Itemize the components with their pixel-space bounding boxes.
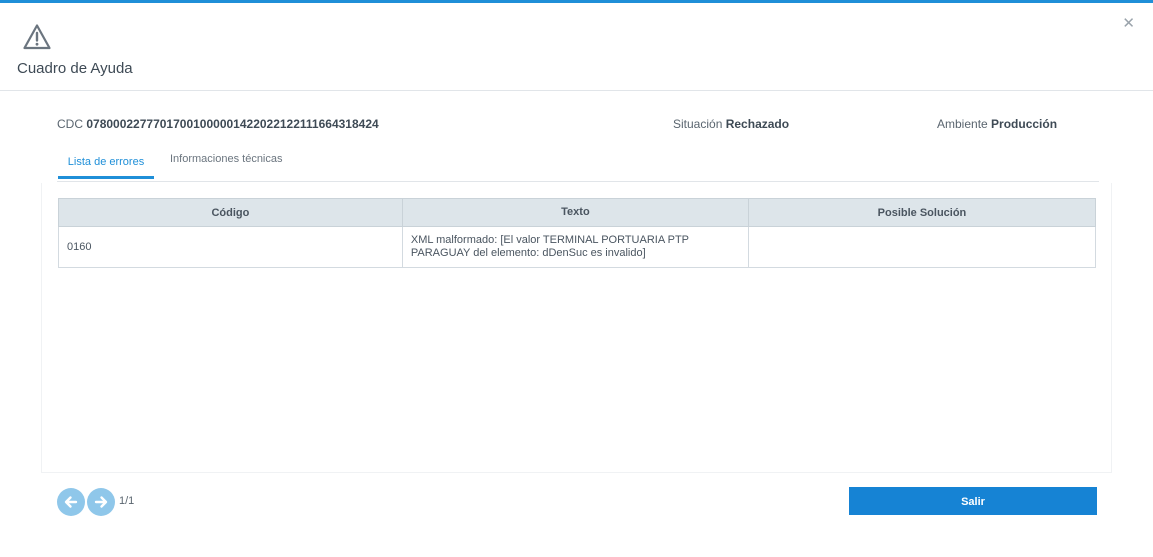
cell-posible-solucion <box>747 226 1097 268</box>
cdc-label: CDC <box>57 117 83 131</box>
column-header-posible-solucion[interactable]: Posible Solución <box>747 198 1097 227</box>
prev-page-button[interactable] <box>57 488 85 516</box>
arrow-right-icon <box>94 496 108 508</box>
table-row[interactable]: 0160 XML malformado: [El valor TERMINAL … <box>58 226 1097 268</box>
cell-texto: XML malformado: [El valor TERMINAL PORTU… <box>401 226 749 268</box>
cdc-value: 0780002277701700100000142202212211166431… <box>86 117 379 131</box>
header-divider <box>0 90 1153 91</box>
dialog-title: Cuadro de Ayuda <box>17 60 133 77</box>
ambiente-value: Producción <box>991 117 1058 131</box>
arrow-left-icon <box>64 496 78 508</box>
page-indicator: 1/1 <box>119 495 135 507</box>
situacion-value: Rechazado <box>725 117 790 131</box>
column-header-texto[interactable]: Texto <box>401 198 749 227</box>
close-icon[interactable]: ✕ <box>1122 13 1135 33</box>
situacion-info: Situación Rechazado <box>673 117 789 131</box>
table-header-row: Código Texto Posible Solución <box>58 198 1097 227</box>
warning-triangle-icon <box>23 24 51 50</box>
ambiente-label: Ambiente <box>937 117 988 131</box>
help-dialog: ✕ Cuadro de Ayuda CDC 078000227770170010… <box>0 0 1153 557</box>
situacion-label: Situación <box>673 117 723 131</box>
cell-codigo: 0160 <box>58 226 403 268</box>
tab-lista-de-errores[interactable]: Lista de errores <box>58 145 154 179</box>
errors-table: Código Texto Posible Solución 0160 XML m… <box>58 198 1097 268</box>
tab-bar: Lista de errores Informaciones técnicas <box>57 145 1099 182</box>
salir-button[interactable]: Salir <box>849 487 1097 515</box>
tab-informaciones-tecnicas[interactable]: Informaciones técnicas <box>170 145 283 179</box>
cdc-info: CDC 078000227770170010000014220221221116… <box>57 117 379 131</box>
column-header-codigo[interactable]: Código <box>58 198 403 227</box>
ambiente-info: Ambiente Producción <box>937 117 1057 131</box>
next-page-button[interactable] <box>87 488 115 516</box>
